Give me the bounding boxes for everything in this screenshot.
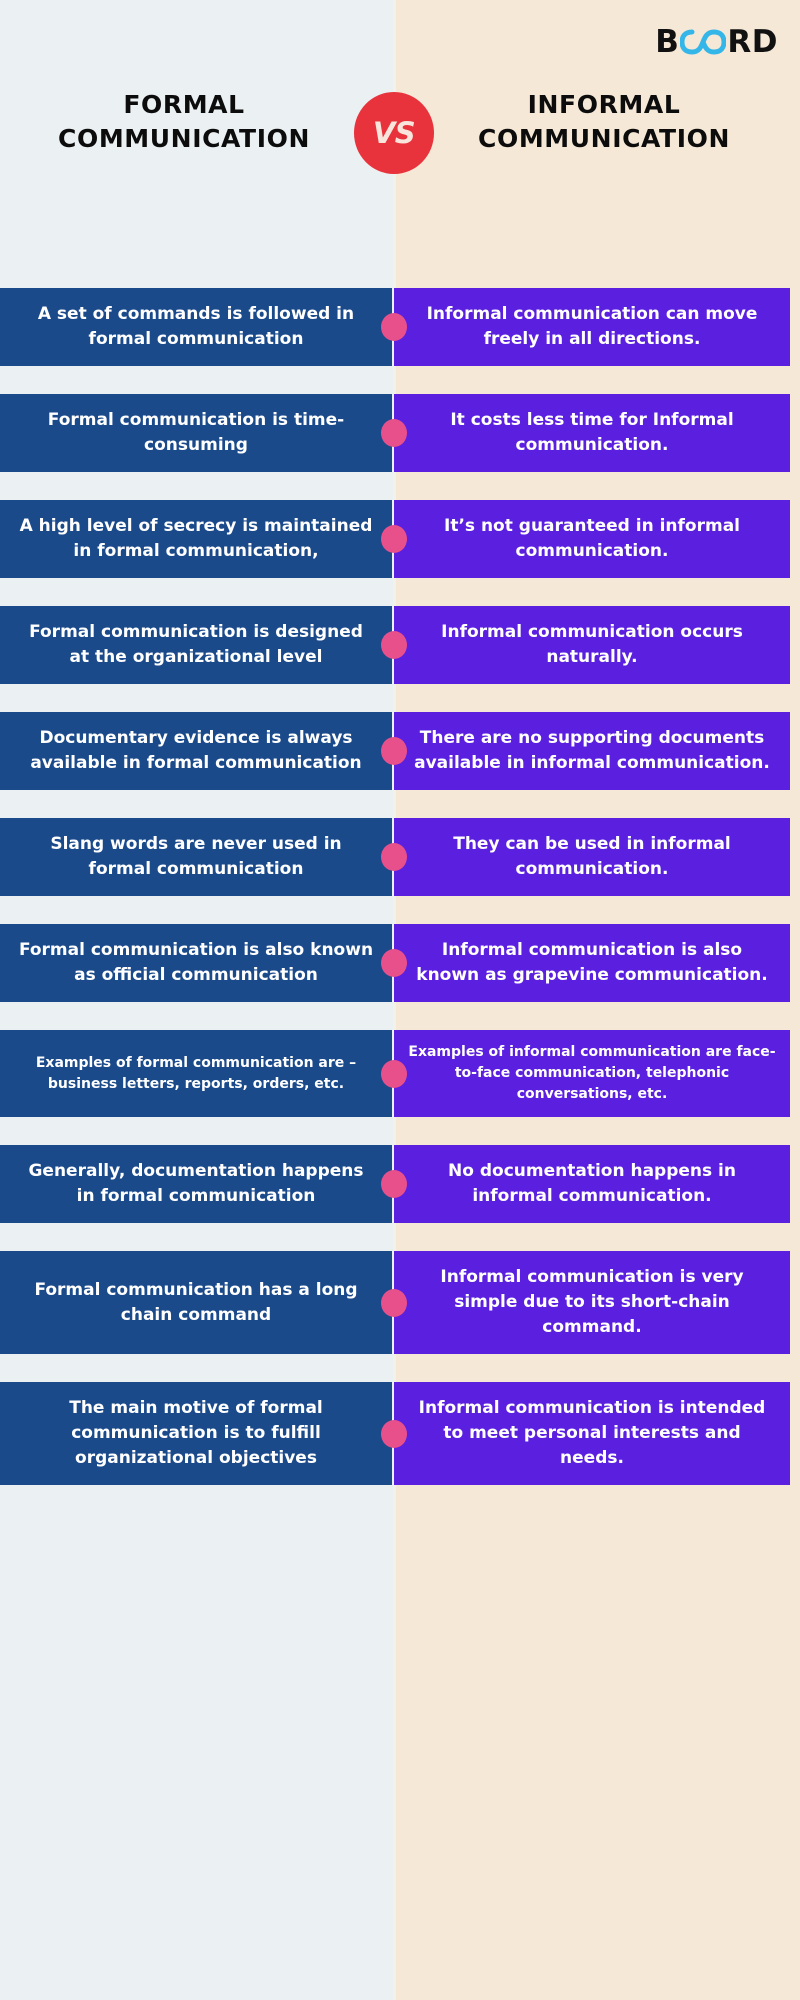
connector-dot-icon [381, 1419, 407, 1448]
connector-dot-icon [381, 843, 407, 871]
comparison-row: Formal communication is also known as of… [0, 924, 800, 1002]
informal-statement-bar: They can be used in informal communicati… [394, 818, 790, 896]
vs-badge: VS [354, 92, 434, 174]
formal-statement-bar: Formal communication is designed at the … [0, 606, 392, 684]
formal-statement-bar: Examples of formal communication are – b… [0, 1030, 392, 1117]
informal-statement-bar: Informal communication is intended to me… [394, 1382, 790, 1485]
comparison-row: Formal communication is time-consuming It… [0, 394, 800, 472]
formal-statement-bar: Formal communication has a long chain co… [0, 1251, 392, 1354]
brand-logo-text: B RD [655, 23, 778, 60]
comparison-row: Generally, documentation happens in form… [0, 1145, 800, 1223]
informal-statement-bar: It costs less time for Informal communic… [394, 394, 790, 472]
formal-statement-bar: Slang words are never used in formal com… [0, 818, 392, 896]
comparison-row: Documentary evidence is always available… [0, 712, 800, 790]
formal-statement-bar: The main motive of formal communication … [0, 1382, 392, 1485]
comparison-row: Examples of formal communication are – b… [0, 1030, 800, 1117]
comparison-row: The main motive of formal communication … [0, 1382, 800, 1485]
connector-dot-icon [381, 525, 407, 553]
comparison-row: Slang words are never used in formal com… [0, 818, 800, 896]
comparison-rows: A set of commands is followed in formal … [0, 288, 800, 1513]
connector-dot-icon [381, 949, 407, 977]
informal-statement-bar: There are no supporting documents availa… [394, 712, 790, 790]
informal-statement-bar: Informal communication is also known as … [394, 924, 790, 1002]
comparison-row: A high level of secrecy is maintained in… [0, 500, 800, 578]
brand-logo-suffix: RD [727, 23, 778, 60]
formal-statement-bar: Formal communication is also known as of… [0, 924, 392, 1002]
page-title-informal: INFORMAL COMMUNICATION [478, 90, 730, 153]
comparison-row: Formal communication has a long chain co… [0, 1251, 800, 1354]
informal-statement-bar: Examples of informal communication are f… [394, 1030, 790, 1117]
brand-logo[interactable]: B RD [655, 22, 778, 62]
formal-statement-bar: A set of commands is followed in formal … [0, 288, 392, 366]
comparison-row: Formal communication is designed at the … [0, 606, 800, 684]
comparison-row: A set of commands is followed in formal … [0, 288, 800, 366]
informal-statement-bar: Informal communication occurs naturally. [394, 606, 790, 684]
infinity-icon [680, 27, 727, 57]
formal-statement-bar: Formal communication is time-consuming [0, 394, 392, 472]
connector-dot-icon [381, 1059, 407, 1088]
connector-dot-icon [381, 631, 407, 659]
informal-statement-bar: It’s not guaranteed in informal communic… [394, 500, 790, 578]
page-title-formal: FORMAL COMMUNICATION [58, 90, 310, 153]
infographic-canvas: B RD FORMAL COMMUNICATION INFORMAL COMMU… [0, 0, 800, 2000]
formal-statement-bar: Documentary evidence is always available… [0, 712, 392, 790]
connector-dot-icon [381, 419, 407, 447]
informal-statement-bar: No documentation happens in informal com… [394, 1145, 790, 1223]
brand-logo-prefix: B [655, 23, 680, 60]
formal-statement-bar: Generally, documentation happens in form… [0, 1145, 392, 1223]
informal-statement-bar: Informal communication can move freely i… [394, 288, 790, 366]
formal-statement-bar: A high level of secrecy is maintained in… [0, 500, 392, 578]
connector-dot-icon [381, 1170, 407, 1198]
connector-dot-icon [381, 737, 407, 765]
connector-dot-icon [381, 1288, 407, 1317]
connector-dot-icon [381, 313, 407, 341]
informal-statement-bar: Informal communication is very simple du… [394, 1251, 790, 1354]
vs-badge-label: VS [372, 115, 416, 150]
